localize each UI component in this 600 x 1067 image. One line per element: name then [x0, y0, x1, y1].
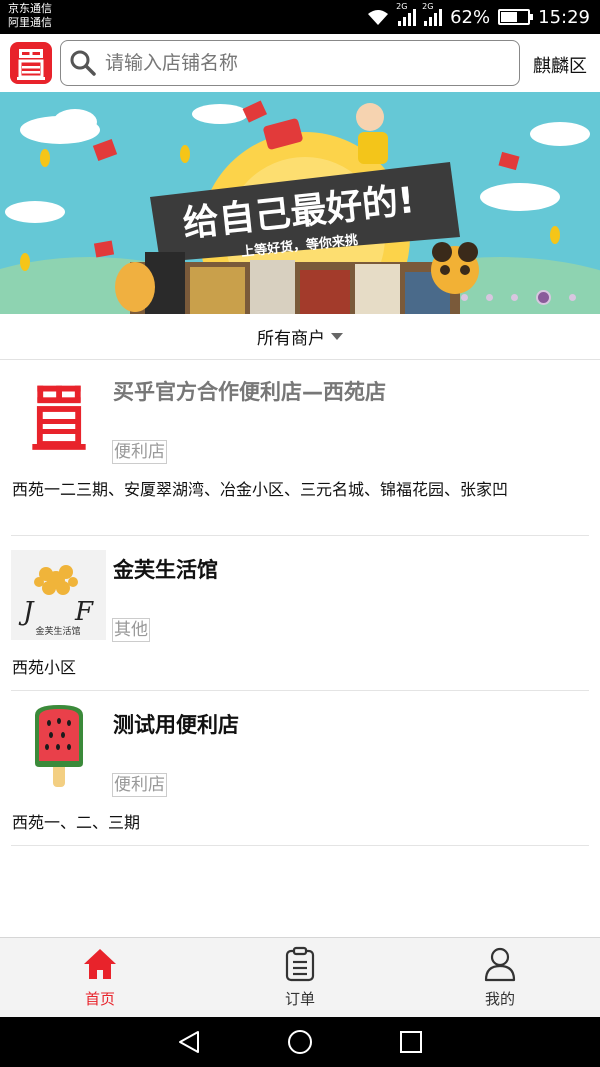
- mai-logo-icon: [11, 374, 106, 464]
- jinfu-logo-image: J F 金芙生活馆: [11, 550, 106, 640]
- tab-label: 我的: [484, 990, 515, 1008]
- signal-icon: 2G: [422, 2, 443, 26]
- mai-logo-icon[interactable]: [10, 42, 52, 84]
- network-type-1: 2G: [396, 2, 408, 11]
- divider: [11, 845, 589, 846]
- tab-home[interactable]: 首页: [0, 938, 200, 1018]
- person-icon: [484, 947, 516, 982]
- store-item[interactable]: 买乎官方合作便利店—西苑店 便利店 西苑一二三期、安厦翠湖湾、冶金小区、三元名城…: [0, 360, 600, 536]
- store-name: 买乎官方合作便利店—西苑店: [113, 380, 386, 404]
- carrier-2: 阿里通信: [8, 16, 52, 29]
- merchant-filter[interactable]: 所有商户: [0, 314, 600, 360]
- svg-text:F: F: [74, 597, 94, 627]
- store-name: 金芙生活馆: [113, 558, 218, 582]
- store-service-areas: 西苑一、二、三期: [12, 813, 141, 832]
- carrier-1: 京东通信: [8, 2, 52, 15]
- store-item[interactable]: 测试用便利店 便利店 西苑一、二、三期: [0, 691, 600, 846]
- tab-orders[interactable]: 订单: [200, 938, 400, 1018]
- store-service-areas: 西苑小区: [12, 658, 77, 677]
- tab-profile[interactable]: 我的: [400, 938, 600, 1018]
- top-bar: 麒麟区: [0, 34, 600, 92]
- store-thumbnail: [31, 385, 86, 450]
- carousel-dot[interactable]: [536, 290, 551, 305]
- search-box[interactable]: [60, 40, 520, 86]
- home-icon: [84, 949, 116, 979]
- battery-icon: [498, 9, 534, 25]
- caret-down-icon: [331, 333, 343, 340]
- store-item[interactable]: J F 金芙生活馆 金芙生活馆 其他 西苑小区: [0, 536, 600, 691]
- back-icon[interactable]: [176, 1029, 202, 1055]
- carousel-dot[interactable]: [486, 294, 493, 301]
- watermelon-popsicle-icon: [11, 701, 106, 791]
- store-thumbnail: [34, 705, 83, 787]
- wifi-icon: [368, 10, 389, 25]
- store-category: 便利店: [112, 773, 167, 797]
- carousel-dots: [461, 290, 576, 305]
- region-selector[interactable]: 麒麟区: [533, 52, 587, 78]
- signal-icon: 2G: [396, 2, 417, 26]
- system-nav-bar: [0, 1017, 600, 1067]
- home-circle-icon[interactable]: [287, 1029, 313, 1055]
- promo-banner[interactable]: 给自己最好的! 上等好货，等你来挑: [0, 92, 600, 314]
- clock: 15:29: [538, 6, 590, 28]
- store-category: 其他: [112, 618, 150, 642]
- tab-label: 订单: [284, 990, 315, 1008]
- search-input[interactable]: [105, 52, 485, 74]
- filter-label: 所有商户: [257, 329, 325, 349]
- jinfu-logo: J F 金芙生活馆: [11, 550, 106, 640]
- status-indicators: 2G 2G 62% 15:29: [366, 2, 590, 28]
- status-bar: 京东通信 阿里通信 2G 2G 62% 15:29: [0, 0, 600, 34]
- search-icon: [70, 50, 96, 76]
- store-service-areas: 西苑一二三期、安厦翠湖湾、冶金小区、三元名城、锦福花园、张家凹: [12, 480, 509, 499]
- carousel-dot[interactable]: [461, 294, 468, 301]
- store-name: 测试用便利店: [113, 713, 239, 737]
- network-type-2: 2G: [422, 2, 434, 11]
- clipboard-icon: [285, 946, 315, 982]
- mai-logo-glyph: [17, 49, 45, 80]
- recent-apps-icon[interactable]: [398, 1029, 424, 1055]
- store-category: 便利店: [112, 440, 167, 464]
- jinfu-logo-text: 金芙生活馆: [35, 625, 80, 637]
- carousel-dot[interactable]: [511, 294, 518, 301]
- carrier-labels: 京东通信 阿里通信: [8, 2, 52, 30]
- carousel-dot[interactable]: [569, 294, 576, 301]
- banner-illustration: 给自己最好的! 上等好货，等你来挑: [0, 100, 600, 314]
- battery-percent: 62%: [450, 6, 491, 28]
- tab-label: 首页: [84, 990, 115, 1008]
- bottom-tab-bar: 首页 订单 我的: [0, 937, 600, 1017]
- battery-fill: [501, 12, 518, 22]
